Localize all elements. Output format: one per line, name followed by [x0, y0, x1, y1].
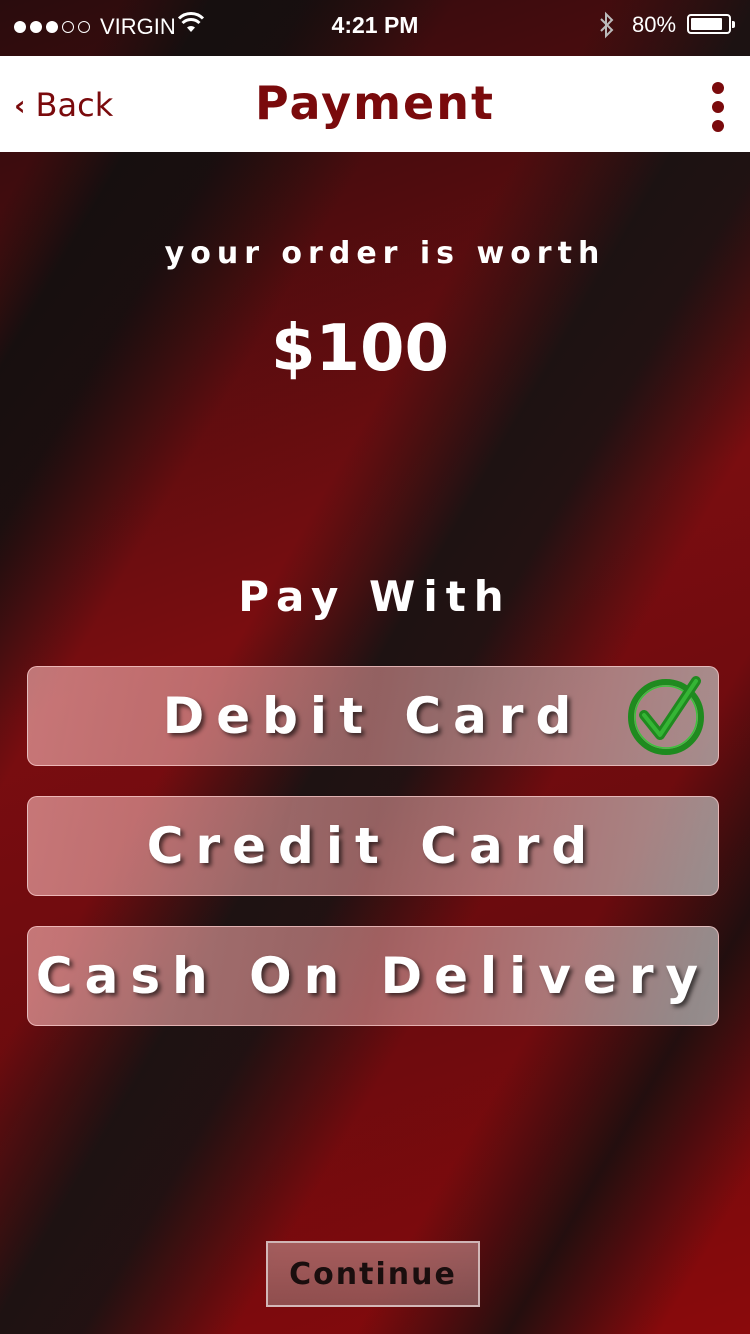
order-worth-label: your order is worth — [164, 236, 606, 271]
payment-option-cash-on-delivery[interactable]: Cash On Delivery — [27, 926, 719, 1026]
checkmark-icon — [628, 676, 704, 755]
battery-icon — [687, 14, 735, 34]
option-label: Cash On Delivery — [35, 947, 711, 1005]
more-vertical-icon[interactable] — [708, 82, 728, 132]
pay-with-heading: Pay With — [238, 572, 512, 621]
option-label: Debit Card — [162, 687, 584, 745]
continue-button[interactable]: Continue — [266, 1241, 480, 1307]
battery-percent: 80% — [632, 12, 677, 37]
status-bar: VIRGIN 4:21 PM 80% — [0, 0, 750, 56]
option-label: Credit Card — [146, 817, 600, 875]
payment-option-debit-card[interactable]: Debit Card — [27, 666, 719, 766]
bluetooth-icon — [600, 11, 614, 39]
payment-option-credit-card[interactable]: Credit Card — [27, 796, 719, 896]
navigation-bar: ‹ Back Payment — [0, 56, 750, 152]
order-amount: $100 — [270, 312, 450, 386]
page-title: Payment — [255, 76, 495, 130]
